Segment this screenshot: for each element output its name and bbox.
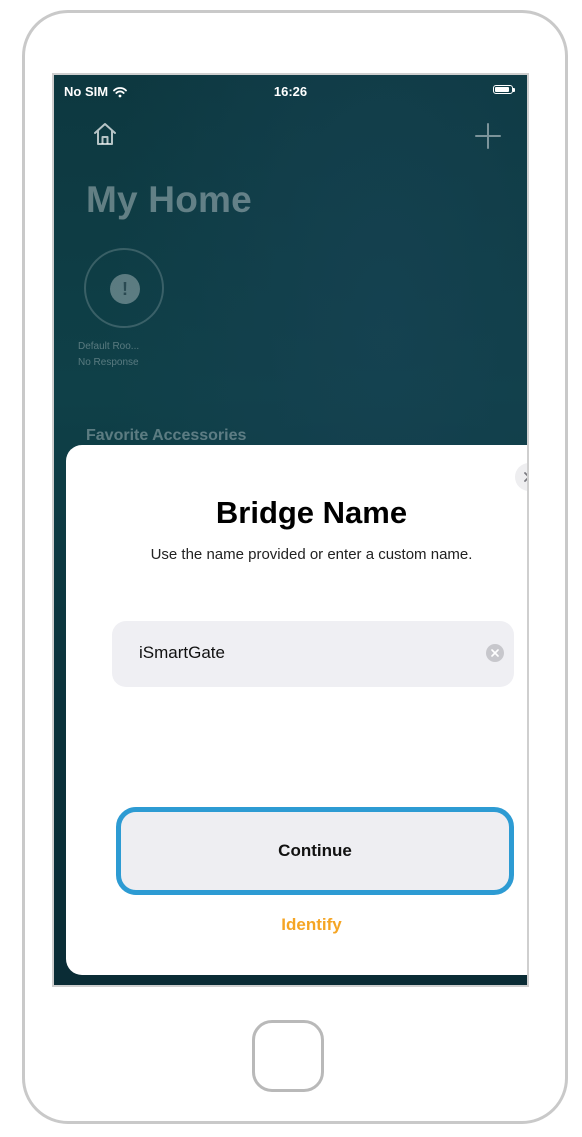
house-icon[interactable]	[92, 121, 118, 147]
plus-icon[interactable]	[473, 121, 503, 151]
room-name: Default Roo...	[78, 341, 140, 352]
battery-icon	[493, 85, 515, 94]
phone-screen: No SIM 16:26 My Home ! Default Roo... No…	[52, 73, 529, 987]
close-icon	[524, 472, 527, 482]
room-status: No Response	[78, 357, 139, 368]
continue-button[interactable]: Continue	[116, 807, 514, 895]
bridge-name-value[interactable]: iSmartGate	[139, 643, 225, 663]
home-button[interactable]	[252, 1020, 324, 1092]
room-tile[interactable]: !	[84, 248, 164, 328]
clear-text-icon[interactable]	[486, 644, 504, 662]
page-title: My Home	[86, 179, 252, 220]
clear-x-icon	[491, 649, 499, 657]
identify-link[interactable]: Identify	[66, 915, 527, 935]
close-button[interactable]	[515, 463, 527, 491]
status-time: 16:26	[273, 84, 308, 99]
bridge-name-dialog: Bridge Name Use the name provided or ent…	[66, 445, 527, 975]
dialog-subtitle: Use the name provided or enter a custom …	[150, 546, 473, 563]
alert-icon: !	[110, 274, 140, 304]
status-bar: No SIM 16:26	[54, 75, 527, 107]
dialog-title: Bridge Name	[215, 495, 408, 530]
favorites-header: Favorite Accessories	[86, 427, 247, 444]
bridge-name-field[interactable]: iSmartGate	[112, 621, 514, 687]
